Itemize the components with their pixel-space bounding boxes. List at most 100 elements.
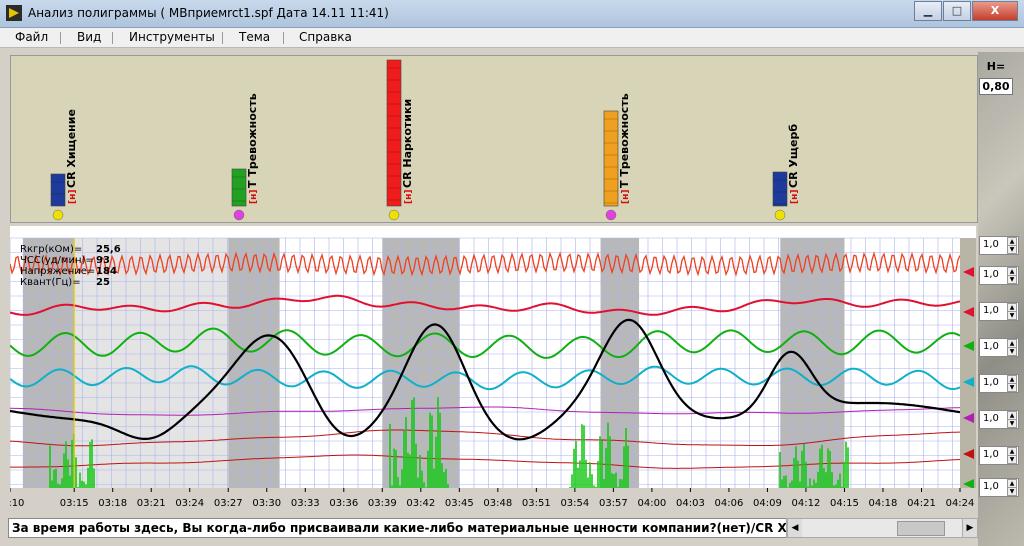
h-value-field[interactable]: 0,80 bbox=[979, 78, 1013, 95]
time-tick-label: 03:27 bbox=[214, 498, 243, 509]
app-icon bbox=[6, 5, 22, 21]
gain-value: 1,0 bbox=[983, 239, 999, 250]
gain-down-icon[interactable]: ▼ bbox=[1007, 455, 1017, 464]
gain-spinner-1[interactable]: 1,0 ▲ ▼ bbox=[979, 236, 1019, 255]
scroll-left-arrow[interactable]: ◀ bbox=[787, 519, 802, 537]
marker-label: CR Наркотики bbox=[401, 99, 414, 188]
marker-1[interactable]: [н] CR Хищение bbox=[50, 109, 78, 221]
time-tick-label: 03:24 bbox=[175, 498, 204, 509]
time-tick-label: 04:09 bbox=[753, 498, 782, 509]
menu-help[interactable]: Справка bbox=[299, 30, 352, 44]
close-button[interactable]: X bbox=[972, 1, 1018, 21]
time-tick-label: 04:06 bbox=[715, 498, 744, 509]
current-question-text: За время работы здесь, Вы когда-либо при… bbox=[8, 518, 789, 538]
time-tick-label: 03:51 bbox=[522, 498, 551, 509]
marker-label: CR Хищение bbox=[65, 109, 78, 188]
channel-handle-strip bbox=[960, 238, 976, 502]
readout-value: 93 bbox=[96, 255, 110, 266]
title-bar: Анализ полиграммы ( MBприемrct1.spf Дата… bbox=[0, 0, 1024, 28]
marker-flag: [н] bbox=[621, 190, 631, 204]
marker-4[interactable]: [н] T Тревожность bbox=[603, 93, 631, 221]
time-tick-label: 04:12 bbox=[792, 498, 821, 509]
gain-spinner-7[interactable]: 1,0 ▲ ▼ bbox=[979, 446, 1019, 465]
gain-spinner-8[interactable]: 1,0 ▲ ▼ bbox=[979, 478, 1019, 497]
gain-spinner-4[interactable]: 1,0 ▲ ▼ bbox=[979, 338, 1019, 357]
readout-label: ЧСС(уд/мин)= bbox=[20, 255, 94, 266]
menu-separator bbox=[222, 32, 223, 44]
gain-down-icon[interactable]: ▼ bbox=[1007, 245, 1017, 254]
gain-spinner-2[interactable]: 1,0 ▲ ▼ bbox=[979, 266, 1019, 285]
h-label: Н= bbox=[986, 60, 1006, 73]
window-title: Анализ полиграммы ( MBприемrct1.spf Дата… bbox=[28, 6, 389, 20]
gain-value: 1,0 bbox=[983, 269, 999, 280]
readout-label: Rкгр(кОм)= bbox=[20, 244, 82, 255]
gain-down-icon[interactable]: ▼ bbox=[1007, 347, 1017, 356]
marker-bar bbox=[603, 110, 619, 207]
marker-bar bbox=[772, 171, 788, 207]
time-tick-label: 03:15 bbox=[60, 498, 89, 509]
readout-label: Квант(Гц)= bbox=[20, 277, 81, 288]
menu-file[interactable]: Файл bbox=[15, 30, 48, 44]
right-control-panel: Н= 0,80 bbox=[978, 52, 1024, 546]
marker-flag: [н] bbox=[790, 190, 800, 204]
readout-label: Напряжение= bbox=[20, 266, 95, 277]
gain-down-icon[interactable]: ▼ bbox=[1007, 419, 1017, 428]
marker-label: T Тревожность bbox=[618, 93, 631, 188]
marker-flag: [н] bbox=[404, 190, 414, 204]
menu-topic[interactable]: Тема bbox=[239, 30, 270, 44]
time-tick-label: 03:21 bbox=[137, 498, 166, 509]
menu-view[interactable]: Вид bbox=[77, 30, 101, 44]
gain-down-icon[interactable]: ▼ bbox=[1007, 275, 1017, 284]
time-tick-label: 03:33 bbox=[291, 498, 320, 509]
time-tick-label: 04:15 bbox=[830, 498, 859, 509]
gain-down-icon[interactable]: ▼ bbox=[1007, 383, 1017, 392]
menu-separator bbox=[283, 32, 284, 44]
marker-label: CR Ущерб bbox=[787, 124, 800, 188]
time-tick-label: 03:45 bbox=[445, 498, 474, 509]
time-tick-label: 04:18 bbox=[869, 498, 898, 509]
scroll-thumb[interactable] bbox=[897, 521, 945, 536]
gain-value: 1,0 bbox=[983, 341, 999, 352]
time-tick-label: 03:42 bbox=[406, 498, 435, 509]
time-tick-label: 03:18 bbox=[98, 498, 127, 509]
time-tick-label: 03:39 bbox=[368, 498, 397, 509]
gain-value: 1,0 bbox=[983, 377, 999, 388]
maximize-button[interactable]: □ bbox=[943, 1, 971, 21]
time-tick-label: 03:48 bbox=[483, 498, 512, 509]
marker-5[interactable]: [н] CR Ущерб bbox=[772, 124, 800, 221]
gain-value: 1,0 bbox=[983, 481, 999, 492]
time-tick-label: 03:30 bbox=[252, 498, 281, 509]
marker-dot bbox=[388, 209, 400, 221]
menu-bar: Файл Вид Инструменты Тема Справка bbox=[0, 28, 1024, 48]
marker-3[interactable]: [н] CR Наркотики bbox=[386, 59, 414, 221]
marker-dot bbox=[774, 209, 786, 221]
marker-flag: [н] bbox=[68, 190, 78, 204]
menu-separator bbox=[112, 32, 113, 44]
marker-bar bbox=[50, 173, 66, 207]
gain-spinner-3[interactable]: 1,0 ▲ ▼ bbox=[979, 302, 1019, 321]
time-tick-label: 03:57 bbox=[599, 498, 628, 509]
marker-dot bbox=[233, 209, 245, 221]
horizontal-scrollbar[interactable]: ◀ ▶ bbox=[786, 518, 978, 538]
marker-dot bbox=[52, 209, 64, 221]
readout-value: 184 bbox=[96, 266, 117, 277]
marker-flag: [н] bbox=[249, 190, 259, 204]
gain-down-icon[interactable]: ▼ bbox=[1007, 311, 1017, 320]
gain-spinner-6[interactable]: 1,0 ▲ ▼ bbox=[979, 410, 1019, 429]
time-tick-label: 03:10 bbox=[10, 498, 24, 509]
marker-bars: [н] CR Хищение [н] T Тревожность [н] CR Нарко… bbox=[50, 59, 800, 221]
readout-value: 25,6 bbox=[96, 244, 121, 255]
scroll-right-arrow[interactable]: ▶ bbox=[962, 519, 977, 537]
marker-2[interactable]: [н] T Тревожность bbox=[231, 93, 259, 221]
minimize-button[interactable]: ▁ bbox=[914, 1, 942, 21]
time-tick-label: 04:21 bbox=[907, 498, 936, 509]
question-markers-panel: [н] CR Хищение [н] T Тревожность [н] CR Нарко… bbox=[10, 55, 978, 223]
gain-spinner-5[interactable]: 1,0 ▲ ▼ bbox=[979, 374, 1019, 393]
time-tick-label: 03:36 bbox=[329, 498, 358, 509]
menu-tools[interactable]: Инструменты bbox=[129, 30, 215, 44]
marker-label: T Тревожность bbox=[246, 93, 259, 188]
marker-bar bbox=[231, 168, 247, 207]
gain-value: 1,0 bbox=[983, 305, 999, 316]
polygram-plot[interactable]: Rкгр(кОм)= 25,6ЧСС(уд/мин)= 93Напряжение= 1… bbox=[0, 226, 976, 514]
gain-down-icon[interactable]: ▼ bbox=[1007, 487, 1017, 496]
